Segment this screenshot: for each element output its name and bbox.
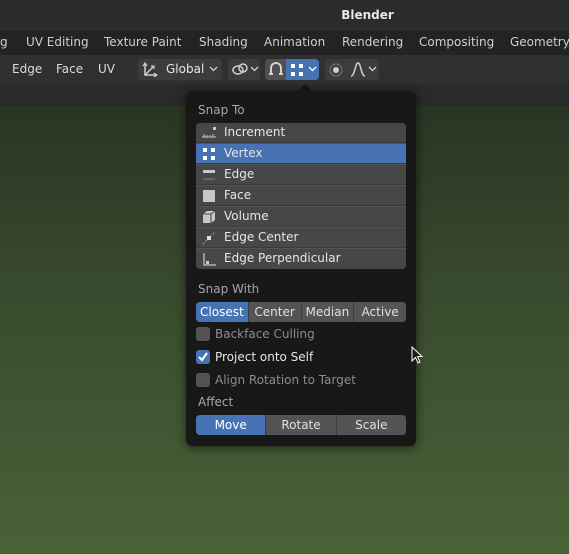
- menu-uv[interactable]: UV: [98, 62, 115, 76]
- affect-move[interactable]: Move: [196, 415, 267, 435]
- snap-to-list: Increment Vertex Edge Face Volume Edge C…: [196, 123, 406, 269]
- snap-to-face[interactable]: Face: [196, 186, 406, 206]
- increment-icon: [202, 127, 216, 138]
- snap-to-label: Increment: [224, 125, 286, 139]
- tab-texture-paint[interactable]: Texture Paint: [104, 35, 181, 49]
- affect-selector: Move Rotate Scale: [196, 415, 406, 435]
- checkbox-label: Align Rotation to Target: [215, 373, 356, 387]
- checkbox-label: Backface Culling: [215, 327, 315, 341]
- checkbox-box[interactable]: [196, 350, 210, 364]
- affect-heading: Affect: [198, 395, 234, 409]
- checkbox-label: Project onto Self: [215, 350, 314, 364]
- tab-uv-editing[interactable]: UV Editing: [26, 35, 89, 49]
- snap-with-closest[interactable]: Closest: [196, 302, 249, 322]
- volume-icon: [203, 210, 216, 223]
- snap-with-center[interactable]: Center: [248, 302, 302, 322]
- orientation-value: Global: [166, 62, 205, 76]
- menu-edge[interactable]: Edge: [12, 62, 42, 76]
- snap-popover: Snap To Increment Vertex Edge Face Volum…: [186, 91, 416, 446]
- magnet-icon: [269, 62, 283, 75]
- tab-rendering[interactable]: Rendering: [342, 35, 403, 49]
- snap-to-edge-center[interactable]: Edge Center: [196, 228, 406, 248]
- vertex-icon: [203, 148, 215, 160]
- tab-shading[interactable]: Shading: [199, 35, 248, 49]
- falloff-dropdown[interactable]: [346, 59, 379, 80]
- falloff-curve-icon: [350, 62, 366, 77]
- menu-face[interactable]: Face: [56, 62, 83, 76]
- tab-compositing[interactable]: Compositing: [419, 35, 494, 49]
- snap-to-volume[interactable]: Volume: [196, 207, 406, 227]
- chevron-down-icon: [250, 66, 259, 72]
- tab-animation[interactable]: Animation: [264, 35, 325, 49]
- chevron-down-icon: [368, 66, 377, 72]
- snap-to-label: Volume: [224, 209, 269, 223]
- face-icon: [203, 190, 215, 202]
- pivot-point-dropdown[interactable]: [228, 59, 260, 80]
- snap-with-active[interactable]: Active: [354, 302, 406, 322]
- title-bar: Blender: [0, 0, 569, 32]
- window-title: Blender: [341, 8, 394, 22]
- proportional-edit-icon: [329, 63, 343, 77]
- snap-to-label: Vertex: [224, 146, 263, 160]
- tab-partial[interactable]: g: [0, 35, 8, 49]
- snap-to-label: Edge Center: [224, 230, 299, 244]
- affect-rotate[interactable]: Rotate: [266, 415, 337, 435]
- edge-icon: [203, 170, 215, 180]
- edge-center-icon: [202, 231, 216, 245]
- snap-with-median[interactable]: Median: [301, 302, 355, 322]
- popup-caret: [298, 84, 312, 91]
- snap-to-heading: Snap To: [198, 103, 245, 117]
- orientation-icon: [142, 62, 158, 77]
- snap-with-heading: Snap With: [198, 282, 260, 296]
- snap-to-vertex[interactable]: Vertex: [196, 144, 406, 164]
- checkbox-box[interactable]: [196, 373, 210, 387]
- snap-to-edge[interactable]: Edge: [196, 165, 406, 185]
- edge-perpendicular-icon: [203, 253, 216, 266]
- workspace-tabs: g UV Editing Texture Paint Shading Anima…: [0, 31, 569, 55]
- tab-geometry[interactable]: Geometry: [510, 35, 569, 49]
- snap-to-increment[interactable]: Increment: [196, 123, 406, 143]
- affect-scale[interactable]: Scale: [336, 415, 406, 435]
- snap-toggle-button[interactable]: [265, 59, 286, 80]
- chevron-down-icon: [209, 66, 218, 72]
- vertex-icon: [291, 64, 303, 76]
- mouse-cursor-icon: [411, 346, 424, 364]
- snap-to-edge-perpendicular[interactable]: Edge Perpendicular: [196, 249, 406, 269]
- checkmark-icon: [198, 352, 208, 362]
- snap-to-label: Edge Perpendicular: [224, 251, 341, 265]
- checkbox-box[interactable]: [196, 327, 210, 341]
- snap-with-selector: Closest Center Median Active: [196, 302, 406, 322]
- chevron-down-icon: [308, 66, 317, 72]
- snap-to-label: Edge: [224, 167, 255, 181]
- pivot-link-icon: [232, 63, 248, 75]
- snap-to-label: Face: [224, 188, 252, 202]
- proportional-edit-toggle[interactable]: [325, 59, 346, 80]
- transform-orientation-dropdown[interactable]: Global: [138, 59, 222, 80]
- viewport-header: Edge Face UV Global: [0, 55, 569, 84]
- snap-target-dropdown[interactable]: [286, 59, 319, 80]
